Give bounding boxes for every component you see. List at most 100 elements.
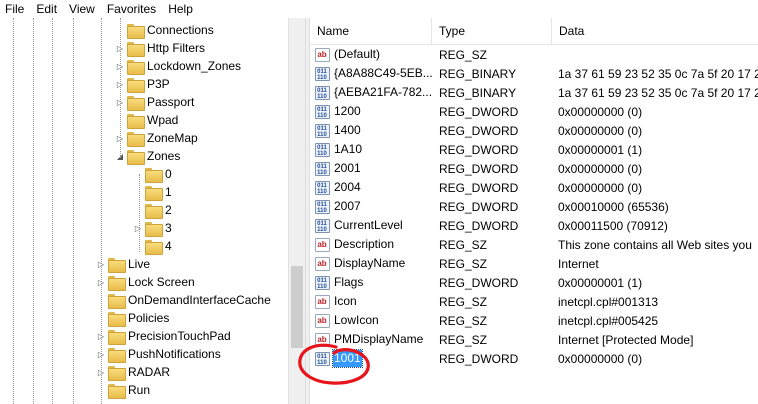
tree-item-label: PrecisionTouchPad bbox=[128, 329, 231, 343]
value-type-cell: REG_DWORD bbox=[439, 351, 519, 366]
tree-item-pushnotifications[interactable]: ▷ PushNotifications bbox=[95, 345, 221, 363]
folder-icon bbox=[108, 275, 126, 291]
value-name: CurrentLevel bbox=[334, 218, 403, 232]
registry-value-row[interactable]: 011 110 CurrentLevel REG_DWORD 0x00011500 (7… bbox=[310, 216, 758, 235]
binary-value-icon: 011 110 bbox=[314, 123, 330, 139]
folder-icon bbox=[108, 293, 126, 309]
registry-value-row[interactable]: ab Description REG_SZ This zone contains al… bbox=[310, 235, 758, 254]
value-data-cell: 1a 37 61 59 23 52 35 0c 7a 5f 20 17 2f bbox=[558, 66, 758, 81]
tree-item-connections[interactable]: Connections bbox=[114, 21, 214, 39]
value-name-cell: ab PMDisplayName bbox=[310, 331, 432, 348]
tree-item-ondemandinterfacecache[interactable]: OnDemandInterfaceCache bbox=[95, 291, 271, 309]
tree-item-zone-1[interactable]: 1 bbox=[132, 183, 172, 201]
registry-values-list: Name Type Data ab (Default) REG_SZ 011 110 {A… bbox=[310, 18, 758, 404]
value-type-cell: REG_DWORD bbox=[439, 275, 519, 290]
tree-item-label: Run bbox=[128, 383, 151, 397]
registry-value-row[interactable]: ab DisplayName REG_SZ Internet bbox=[310, 254, 758, 273]
tree-item-lock-screen[interactable]: ▷ Lock Screen bbox=[95, 273, 195, 291]
tree-scrollbar-thumb[interactable] bbox=[291, 266, 303, 348]
tree-item-policies[interactable]: Policies bbox=[95, 309, 169, 327]
tree-scrollbar[interactable] bbox=[288, 18, 305, 404]
registry-value-row[interactable]: ab (Default) REG_SZ bbox=[310, 45, 758, 64]
value-name-cell: 011 110 1001 bbox=[310, 349, 432, 368]
folder-icon bbox=[108, 347, 126, 363]
folder-icon bbox=[127, 149, 145, 165]
column-header-name[interactable]: Name bbox=[310, 18, 432, 45]
tree-item-radar[interactable]: ▷ RADAR bbox=[95, 363, 170, 381]
value-data-cell: inetcpl.cpl#001313 bbox=[558, 294, 659, 309]
tree-item-http-filters[interactable]: ▷ Http Filters bbox=[114, 39, 205, 57]
folder-icon bbox=[127, 77, 145, 93]
registry-value-row[interactable]: ab LowIcon REG_SZ inetcpl.cpl#005425 bbox=[310, 311, 758, 330]
value-type-cell: REG_SZ bbox=[439, 294, 488, 309]
tree-item-lockdown-zones[interactable]: ▷ Lockdown_Zones bbox=[114, 57, 241, 75]
value-name: Icon bbox=[334, 294, 357, 308]
binary-value-icon: 011 110 bbox=[314, 161, 330, 177]
value-name-cell: 011 110 1400 bbox=[310, 122, 432, 139]
value-name: 1001 bbox=[332, 349, 363, 368]
folder-icon bbox=[127, 59, 145, 75]
menu-file[interactable]: File bbox=[0, 0, 31, 18]
menu-help[interactable]: Help bbox=[163, 0, 200, 18]
value-type-cell: REG_DWORD bbox=[439, 104, 519, 119]
registry-value-row[interactable]: 011 110 {A8A88C49-5EB... REG_BINARY 1a 37 61… bbox=[310, 64, 758, 83]
value-name-cell: 011 110 2001 bbox=[310, 160, 432, 177]
registry-value-row[interactable]: ab PMDisplayName REG_SZ Internet [Protected… bbox=[310, 330, 758, 349]
value-name-cell: ab DisplayName bbox=[310, 255, 432, 272]
expand-arrow-icon[interactable]: ▷ bbox=[132, 219, 144, 237]
registry-key-tree[interactable]: Connections ▷ Http Filters ▷ Lockdown_Zones ▷… bbox=[0, 18, 305, 404]
folder-icon bbox=[108, 311, 126, 327]
tree-item-wpad[interactable]: Wpad bbox=[114, 111, 178, 129]
value-name-cell: 011 110 {A8A88C49-5EB... bbox=[310, 65, 433, 82]
tree-item-label: 1 bbox=[165, 185, 172, 199]
menu-favorites[interactable]: Favorites bbox=[102, 0, 163, 18]
value-data-cell: 0x00011500 (70912) bbox=[558, 218, 668, 233]
tree-item-zonemap[interactable]: ▷ ZoneMap bbox=[114, 129, 198, 147]
value-name: 2001 bbox=[334, 161, 361, 175]
registry-value-row[interactable]: 011 110 2007 REG_DWORD 0x00010000 (65536) bbox=[310, 197, 758, 216]
registry-value-row[interactable]: 011 110 2004 REG_DWORD 0x00000000 (0) bbox=[310, 178, 758, 197]
tree-item-zones[interactable]: ◢ Zones bbox=[114, 147, 180, 165]
binary-value-icon: 011 110 bbox=[314, 142, 330, 158]
registry-value-row[interactable]: 011 110 1001 REG_DWORD 0x00000000 (0) bbox=[310, 349, 758, 368]
tree-item-run[interactable]: Run bbox=[95, 381, 150, 399]
value-data-cell: This zone contains all Web sites you bbox=[558, 237, 752, 252]
menu-edit[interactable]: Edit bbox=[31, 0, 64, 18]
registry-value-row[interactable]: ab Icon REG_SZ inetcpl.cpl#001313 bbox=[310, 292, 758, 311]
column-header-type[interactable]: Type bbox=[432, 18, 552, 45]
registry-value-row[interactable]: 011 110 Flags REG_DWORD 0x00000001 (1) bbox=[310, 273, 758, 292]
tree-item-zone-3[interactable]: ▷ 3 bbox=[132, 219, 172, 237]
tree-item-precisiontouchpad[interactable]: ▷ PrecisionTouchPad bbox=[95, 327, 231, 345]
value-name-cell: ab (Default) bbox=[310, 46, 432, 63]
tree-item-label: Lockdown_Zones bbox=[147, 59, 242, 73]
tree-guide-line bbox=[33, 18, 34, 404]
registry-value-row[interactable]: 011 110 2001 REG_DWORD 0x00000000 (0) bbox=[310, 159, 758, 178]
tree-item-label: P3P bbox=[147, 77, 170, 91]
value-data-cell: 0x00000000 (0) bbox=[558, 123, 643, 138]
tree-item-live[interactable]: ▷ Live bbox=[95, 255, 150, 273]
registry-value-row[interactable]: 011 110 1A10 REG_DWORD 0x00000001 (1) bbox=[310, 140, 758, 159]
registry-value-row[interactable]: 011 110 1200 REG_DWORD 0x00000000 (0) bbox=[310, 102, 758, 121]
tree-item-zone-0[interactable]: 0 bbox=[132, 165, 172, 183]
tree-item-zone-4[interactable]: 4 bbox=[132, 237, 172, 255]
registry-value-row[interactable]: 011 110 {AEBA21FA-782... REG_BINARY 1a 37 61… bbox=[310, 83, 758, 102]
tree-item-p3p[interactable]: ▷ P3P bbox=[114, 75, 170, 93]
column-header-data[interactable]: Data bbox=[552, 18, 758, 45]
value-data-cell: Internet [Protected Mode] bbox=[558, 332, 694, 347]
value-data-cell: 0x00000000 (0) bbox=[558, 161, 643, 176]
value-type-cell: REG_SZ bbox=[439, 313, 488, 328]
value-name: 1A10 bbox=[334, 142, 363, 156]
value-type-cell: REG_DWORD bbox=[439, 199, 519, 214]
string-value-icon: ab bbox=[314, 256, 330, 272]
registry-value-row[interactable]: 011 110 1400 REG_DWORD 0x00000000 (0) bbox=[310, 121, 758, 140]
menu-view[interactable]: View bbox=[64, 0, 102, 18]
tree-item-zone-2[interactable]: 2 bbox=[132, 201, 172, 219]
tree-item-passport[interactable]: ▷ Passport bbox=[114, 93, 194, 111]
value-name: (Default) bbox=[334, 47, 381, 61]
folder-icon bbox=[108, 365, 126, 381]
tree-guide-line bbox=[139, 174, 140, 252]
list-header: Name Type Data bbox=[310, 18, 758, 45]
value-type-cell: REG_SZ bbox=[439, 256, 488, 271]
